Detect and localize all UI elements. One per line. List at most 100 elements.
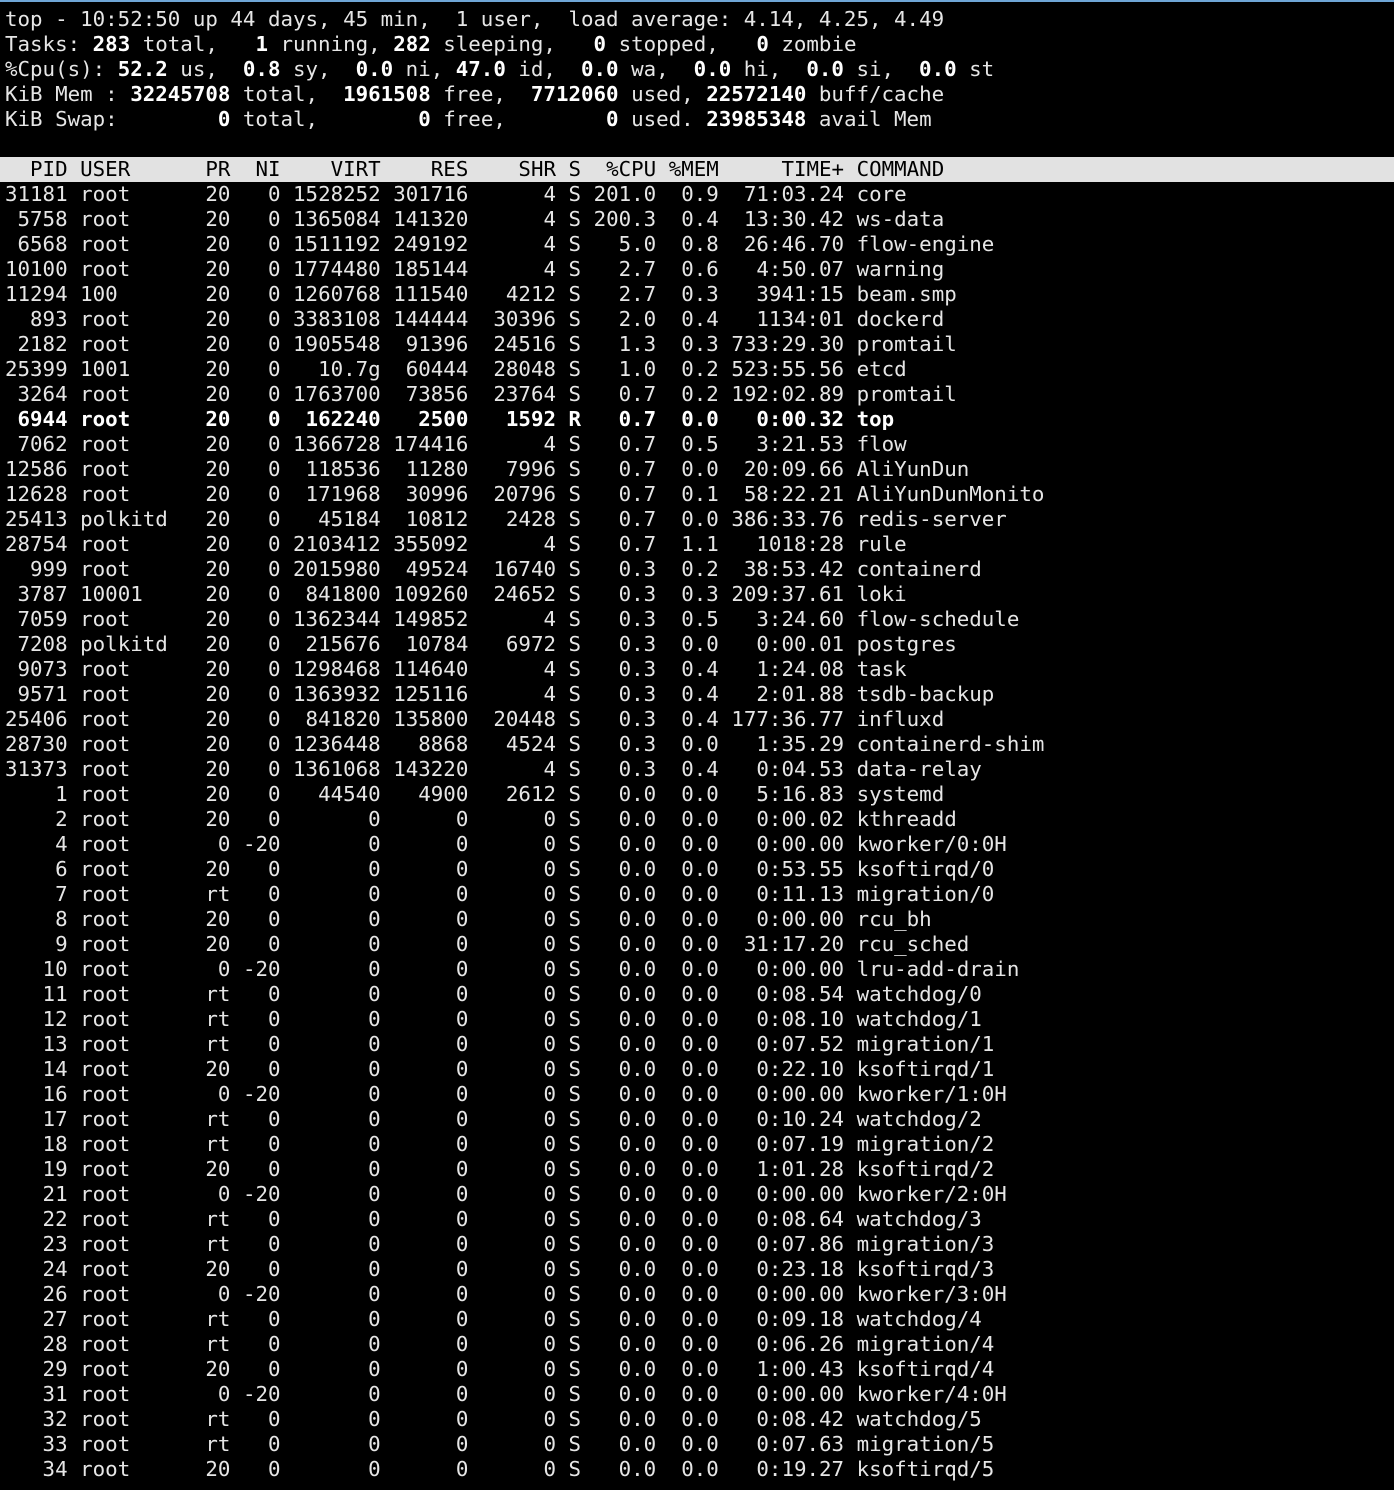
tasks-stopped: 0 [593, 32, 607, 56]
cell-res: 91396 [393, 332, 469, 356]
cell-time: 0:08.64 [731, 1207, 845, 1231]
cell-command: migration/3 [856, 1232, 995, 1256]
cell-res: 185144 [393, 257, 469, 281]
swap-total: 0 [217, 107, 231, 131]
process-row: 11 root rt 0 0 0 0 S 0.0 0.0 0:08.54 wat… [5, 982, 1394, 1007]
cell-res: 4900 [393, 782, 469, 806]
cell-cpu: 0.0 [593, 1057, 657, 1081]
cell-user: root [80, 982, 181, 1006]
cell-pid: 999 [5, 557, 68, 581]
cell-pr: 20 [192, 182, 231, 206]
cell-shr: 4212 [480, 282, 556, 306]
cell-shr: 4 [480, 207, 556, 231]
cell-shr: 4 [480, 432, 556, 456]
cell-ni: 0 [242, 482, 281, 506]
cell-res: 0 [393, 1257, 469, 1281]
cell-command: ksoftirqd/5 [856, 1457, 995, 1481]
cell-pr: 20 [192, 557, 231, 581]
cell-virt: 0 [293, 1057, 381, 1081]
cell-res: 0 [393, 1057, 469, 1081]
cell-time: 2:01.88 [731, 682, 845, 706]
cell-user: root [80, 657, 181, 681]
cell-user: root [80, 1382, 181, 1406]
process-row: 12586 root 20 0 118536 11280 7996 S 0.7 … [5, 457, 1394, 482]
cell-pr: 20 [192, 807, 231, 831]
cell-ni: 0 [242, 657, 281, 681]
cell-virt: 1511192 [293, 232, 381, 256]
cpu-si: 0.0 [806, 57, 844, 81]
cell-res: 0 [393, 1082, 469, 1106]
cell-ni: -20 [242, 1182, 281, 1206]
cell-command: postgres [856, 632, 957, 656]
cell-state: S [568, 282, 582, 306]
process-row: 10100 root 20 0 1774480 185144 4 S 2.7 0… [5, 257, 1394, 282]
process-row: 31 root 0 -20 0 0 0 S 0.0 0.0 0:00.00 kw… [5, 1382, 1394, 1407]
cell-state: S [568, 582, 582, 606]
cell-user: 1001 [80, 357, 181, 381]
cell-ni: 0 [242, 182, 281, 206]
cell-shr: 2428 [480, 507, 556, 531]
cell-time: 0:19.27 [731, 1457, 845, 1481]
cell-ni: 0 [242, 1407, 281, 1431]
cell-command: redis-server [856, 507, 1007, 531]
cell-shr: 24516 [480, 332, 556, 356]
cell-shr: 1592 [480, 407, 556, 431]
cell-shr: 30396 [480, 307, 556, 331]
process-row: 13 root rt 0 0 0 0 S 0.0 0.0 0:07.52 mig… [5, 1032, 1394, 1057]
cell-pr: 20 [192, 782, 231, 806]
cell-res: 0 [393, 1307, 469, 1331]
cell-shr: 23764 [480, 382, 556, 406]
cell-res: 109260 [393, 582, 469, 606]
cell-state: S [568, 732, 582, 756]
cell-virt: 0 [293, 1132, 381, 1156]
cell-res: 0 [393, 807, 469, 831]
cell-pid: 25399 [5, 357, 68, 381]
cell-mem: 0.0 [668, 1132, 719, 1156]
cell-time: 0:22.10 [731, 1057, 845, 1081]
cell-shr: 0 [480, 1457, 556, 1481]
load-avg-5: 4.25 [818, 7, 869, 31]
cell-virt: 1774480 [293, 257, 381, 281]
cell-cpu: 0.7 [593, 482, 657, 506]
cell-user: root [80, 1032, 181, 1056]
cell-ni: 0 [242, 1457, 281, 1481]
cell-pr: rt [192, 1107, 231, 1131]
cell-command: kthreadd [856, 807, 957, 831]
cell-mem: 0.0 [668, 957, 719, 981]
cell-command: lru-add-drain [856, 957, 1020, 981]
cell-shr: 0 [480, 1432, 556, 1456]
cell-time: 1:35.29 [731, 732, 845, 756]
cell-virt: 0 [293, 1207, 381, 1231]
cell-shr: 0 [480, 1332, 556, 1356]
cell-res: 0 [393, 1432, 469, 1456]
cell-virt: 0 [293, 832, 381, 856]
cell-res: 8868 [393, 732, 469, 756]
cell-time: 0:07.52 [731, 1032, 845, 1056]
cell-command: kworker/0:0H [856, 832, 1007, 856]
cell-virt: 0 [293, 1407, 381, 1431]
cell-state: S [568, 932, 582, 956]
cell-pr: rt [192, 1132, 231, 1156]
cell-shr: 4 [480, 232, 556, 256]
cell-res: 2500 [393, 407, 469, 431]
process-row: 21 root 0 -20 0 0 0 S 0.0 0.0 0:00.00 kw… [5, 1182, 1394, 1207]
col-header-ni: NI [242, 157, 281, 181]
cell-cpu: 0.0 [593, 1232, 657, 1256]
cell-virt: 1236448 [293, 732, 381, 756]
cell-shr: 20796 [480, 482, 556, 506]
cell-user: root [80, 1332, 181, 1356]
cell-ni: 0 [242, 357, 281, 381]
cell-shr: 0 [480, 1232, 556, 1256]
cpu-ni: 0.0 [355, 57, 394, 81]
cell-ni: 0 [242, 882, 281, 906]
cell-state: S [568, 757, 582, 781]
cell-user: root [80, 182, 181, 206]
cell-res: 141320 [393, 207, 469, 231]
cell-command: influxd [856, 707, 945, 731]
cell-pr: rt [192, 982, 231, 1006]
cell-ni: 0 [242, 232, 281, 256]
cell-user: root [80, 707, 181, 731]
cell-state: S [568, 857, 582, 881]
cell-ni: 0 [242, 857, 281, 881]
cell-res: 301716 [393, 182, 469, 206]
